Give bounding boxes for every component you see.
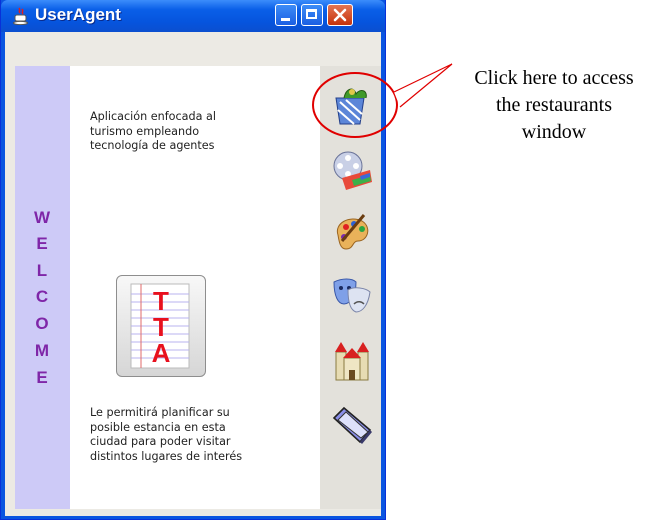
callout-line: window <box>521 121 587 143</box>
callout-line: Click here to access <box>474 67 634 89</box>
callout-annotation: Click here to access the restaurants win… <box>440 65 668 146</box>
callout-line: the restaurants <box>495 94 613 116</box>
